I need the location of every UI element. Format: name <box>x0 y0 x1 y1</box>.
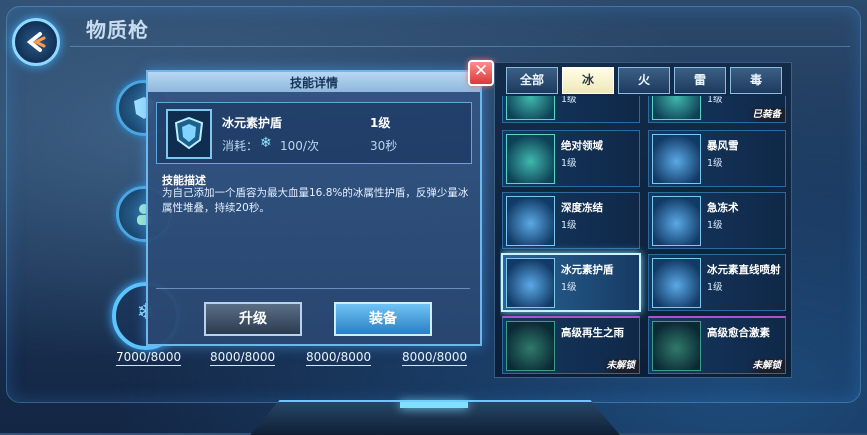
blizzard-icon <box>652 134 701 184</box>
skill-card-level: 1级 <box>707 96 723 105</box>
skill-card[interactable]: 1级 <box>502 96 640 123</box>
skill-card-level: 1级 <box>707 158 723 169</box>
skill-level: 1级 <box>370 116 391 130</box>
skill-card-name: 深度冻结 <box>561 202 603 214</box>
skill-card-level: 1级 <box>707 282 723 293</box>
skill-card-name: 暴风雪 <box>707 140 739 152</box>
tab-ice[interactable]: 冰 <box>562 67 614 94</box>
skill-card-name: 绝对领域 <box>561 140 603 152</box>
skill-card-selected[interactable]: 冰元素护盾 1级 <box>501 253 641 312</box>
locked-badge: 未解锁 <box>748 359 785 373</box>
ice-spray-icon <box>652 258 701 308</box>
energy-1: 7000/8000 <box>116 350 182 366</box>
absolute-field-icon <box>506 134 555 184</box>
modal-divider <box>156 288 470 289</box>
heal-skill-icon <box>652 96 701 120</box>
skill-card-name: 急冻术 <box>707 202 739 214</box>
skill-card-level: 1级 <box>707 220 723 231</box>
tab-thunder[interactable]: 雷 <box>674 67 726 94</box>
cost-value: 100/次 <box>280 139 319 153</box>
skill-card-level: 1级 <box>561 282 577 293</box>
skill-card-name: 冰元素护盾 <box>561 264 614 276</box>
back-arrow-icon <box>26 32 46 52</box>
skill-card[interactable]: 冰元素直线喷射 1级 <box>648 254 786 311</box>
skill-name: 冰元素护盾 <box>222 116 283 130</box>
energy-4: 8000/8000 <box>402 350 468 366</box>
skill-card-locked[interactable]: 高级再生之雨 未解锁 <box>502 316 640 374</box>
deep-freeze-icon <box>506 196 555 246</box>
energy-3: 8000/8000 <box>306 350 372 366</box>
skill-detail-modal: 技能详情 冰元素护盾 1级 消耗： ❄ 100/次 30秒 技能描述 为自己添加… <box>146 70 482 346</box>
healing-hormone-icon <box>652 321 701 371</box>
page-title: 物质枪 <box>86 18 149 42</box>
tab-all[interactable]: 全部 <box>506 67 558 94</box>
ice-shield-icon <box>506 258 555 308</box>
equip-button[interactable]: 装备 <box>334 302 432 336</box>
snowflake-cost-icon: ❄ <box>260 135 272 151</box>
skill-card-name: 冰元素直线喷射 <box>707 264 781 276</box>
skill-card[interactable]: 1级 已装备 <box>648 96 786 123</box>
locked-badge: 未解锁 <box>602 359 639 373</box>
energy-2: 8000/8000 <box>210 350 276 366</box>
skill-card[interactable]: 深度冻结 1级 <box>502 192 640 249</box>
skill-card[interactable]: 绝对领域 1级 <box>502 130 640 187</box>
modal-title: 技能详情 <box>289 76 338 90</box>
skill-card-level: 1级 <box>561 158 577 169</box>
close-button[interactable]: ✕ <box>468 60 494 86</box>
quick-freeze-icon <box>652 196 701 246</box>
tab-poison[interactable]: 毒 <box>730 67 782 94</box>
ice-shield-skill-icon <box>166 109 212 159</box>
upgrade-button[interactable]: 升级 <box>204 302 302 336</box>
regen-rain-icon <box>506 321 555 371</box>
skill-card-level: 1级 <box>561 220 577 231</box>
cooldown: 30秒 <box>370 139 398 153</box>
back-button[interactable] <box>12 18 60 66</box>
skill-card-locked[interactable]: 高级愈合激素 未解锁 <box>648 316 786 374</box>
bottom-glow <box>400 402 468 408</box>
cost-label: 消耗： <box>222 139 259 153</box>
skill-card-name: 高级愈合激素 <box>707 327 770 339</box>
frame-top-line <box>70 46 850 47</box>
skill-card-name: 高级再生之雨 <box>561 327 624 339</box>
desc-text: 为自己添加一个盾容为最大血量16.8%的冰属性护盾，反弹少量冰属性堆叠，持续20… <box>162 187 469 214</box>
tab-fire[interactable]: 火 <box>618 67 670 94</box>
skill-card[interactable]: 急冻术 1级 <box>648 192 786 249</box>
skill-grid: 1级 1级 已装备 绝对领域 1级 暴风雪 1级 深度冻结 1级 急冻术 1级 … <box>500 96 786 374</box>
heal-skill-icon <box>506 96 555 120</box>
skill-card[interactable]: 暴风雪 1级 <box>648 130 786 187</box>
skill-card-level: 1级 <box>561 96 577 105</box>
equipped-badge: 已装备 <box>748 108 785 122</box>
close-icon: ✕ <box>473 61 489 81</box>
